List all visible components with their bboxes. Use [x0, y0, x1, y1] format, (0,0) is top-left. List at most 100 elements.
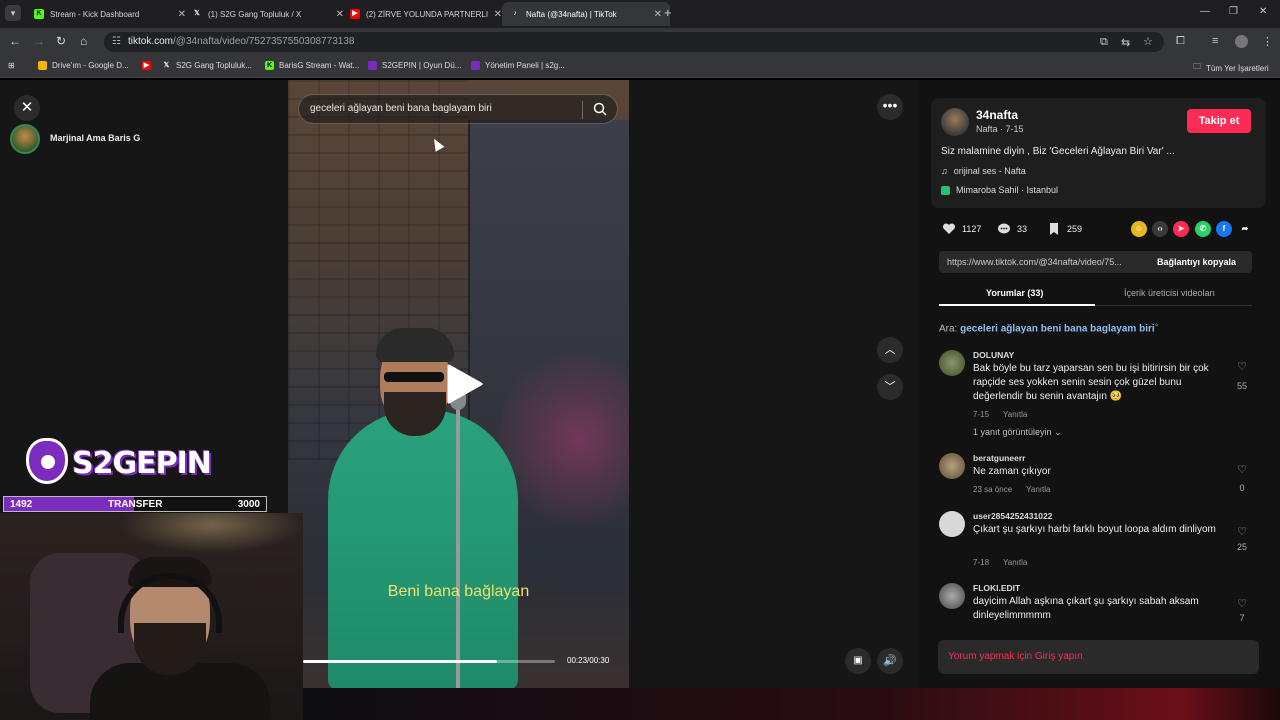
comment-text: dayicim Allah aşkına çıkart şu şarkıyı s… — [973, 596, 1199, 621]
home-icon[interactable]: ⌂ — [80, 34, 87, 48]
previous-video-button[interactable]: ︿ — [877, 337, 903, 363]
tab-x-s2g[interactable]: 𝕏 (1) S2G Gang Topluluk / X ✕ — [184, 2, 352, 26]
extensions-icon[interactable]: ⧠ — [1176, 35, 1185, 48]
comment-date: 7-18 — [973, 558, 990, 567]
send-icon[interactable]: ➤ — [1173, 221, 1189, 237]
pip-icon[interactable]: ▣ — [845, 648, 871, 674]
forward-icon[interactable]: → — [33, 34, 45, 48]
bookmark-youtube[interactable]: ▶ — [142, 61, 156, 70]
commenter-avatar[interactable] — [939, 350, 965, 376]
bookmark-drive[interactable]: Drive'ım - Google D... — [38, 61, 129, 70]
site-info-icon[interactable]: ☷ — [112, 36, 121, 47]
close-video-button[interactable]: ✕ — [14, 95, 40, 121]
apps-icon[interactable]: ⊞ — [8, 61, 15, 70]
commenter-name[interactable]: beratguneerr — [973, 453, 1025, 463]
close-tab-icon[interactable]: ✕ — [494, 9, 502, 20]
save-action[interactable]: 259 — [1047, 222, 1082, 236]
tab-youtube[interactable]: ▶ (2) ZİRVE YOLUNDA PARTNERLI ✕ — [342, 2, 510, 26]
reply-button[interactable]: Yanıtla — [1026, 485, 1050, 494]
view-replies-button[interactable]: 1 yanıt görüntüleyin ⌄ — [973, 427, 1062, 438]
install-app-icon[interactable]: ⧉ — [1100, 36, 1108, 49]
share-arrow-icon[interactable]: ➦ — [1237, 221, 1253, 237]
search-icon[interactable] — [593, 102, 607, 116]
tab-kick-dashboard[interactable]: K Stream - Kick Dashboard ✕ — [26, 2, 194, 26]
commenter-name[interactable]: user2854252431022 — [973, 511, 1052, 521]
comment-like-count: 7 — [1239, 613, 1245, 623]
new-tab-icon[interactable]: + — [664, 5, 672, 20]
comment-heart-icon[interactable]: ♡ — [1232, 525, 1252, 538]
media-icon[interactable]: ≡ — [1212, 35, 1218, 47]
tab-creator-videos[interactable]: İçerik üreticisi videoları — [1124, 288, 1215, 298]
bookmark-star-icon[interactable]: ☆ — [1143, 35, 1153, 48]
tab-comments[interactable]: Yorumlar (33) — [986, 288, 1043, 298]
tab-tiktok[interactable]: ♪ Nafta (@34nafta) | TikTok ✕ — [502, 2, 670, 26]
all-bookmarks-label: Tüm Yer İşaretleri — [1206, 63, 1269, 73]
bookmark-kick[interactable]: K BarisG Stream - Wat... — [265, 61, 359, 70]
url-text: tiktok.com/@34nafta/video/75273575503087… — [128, 36, 354, 47]
bookmark-x[interactable]: 𝕏 S2G Gang Topluluk... — [162, 61, 252, 70]
commenter-name[interactable]: FLOKI.EDIT — [973, 583, 1020, 593]
search-hint-query: geceleri ağlayan beni bana baglayam biri — [960, 323, 1155, 335]
tiktok-search-input[interactable]: geceleri ağlayan beni bana baglayam biri — [298, 94, 618, 124]
music-link[interactable]: ♫ orijinal ses - Nafta — [941, 166, 1026, 176]
embed-icon[interactable]: ‹› — [1152, 221, 1168, 237]
panel-tabs: Yorumlar (33) İçerik üreticisi videoları — [939, 282, 1252, 306]
reply-button[interactable]: Yanıtla — [1003, 410, 1027, 419]
location-pin-icon — [941, 185, 950, 195]
coin-icon[interactable]: ☺ — [1131, 221, 1147, 237]
related-search-link[interactable]: Ara: geceleri ağlayan beni bana baglayam… — [939, 322, 1159, 334]
copy-link-button[interactable]: Bağlantıyı kopyala — [1157, 257, 1236, 267]
video-progress-bar[interactable] — [303, 660, 555, 663]
video-time: 00:23/00:30 — [567, 656, 610, 665]
comment-heart-icon[interactable]: ♡ — [1232, 597, 1252, 610]
bookmark-admin[interactable]: Yönetim Paneli | s2g... — [471, 61, 565, 70]
search-divider — [582, 101, 583, 119]
bookmark-label: S2G Gang Topluluk... — [176, 61, 252, 70]
video-link-text[interactable]: https://www.tiktok.com/@34nafta/video/75… — [947, 257, 1149, 267]
back-icon[interactable]: ← — [9, 34, 21, 48]
commenter-avatar[interactable] — [939, 453, 965, 479]
address-bar[interactable]: ☷ tiktok.com/@34nafta/video/752735755030… — [104, 32, 1164, 52]
close-tab-icon[interactable]: ✕ — [654, 9, 662, 20]
comment-heart-icon[interactable]: ♡ — [1232, 360, 1252, 373]
author-avatar[interactable] — [941, 108, 969, 136]
all-bookmarks[interactable]: 🗀 Tüm Yer İşaretleri — [1193, 61, 1269, 75]
window-close-icon[interactable]: ✕ — [1259, 6, 1267, 17]
location-link[interactable]: Mimaroba Sahil · Istanbul — [941, 185, 1058, 195]
tab-search-dropdown-icon[interactable]: ▾ — [5, 5, 21, 21]
menu-icon[interactable]: ⋮ — [1262, 35, 1273, 48]
volume-icon[interactable]: 🔊 — [877, 648, 903, 674]
bookmarks-bar: ⊞ Drive'ım - Google D... ▶ 𝕏 S2G Gang Top… — [0, 56, 1280, 78]
restore-icon[interactable]: ❐ — [1229, 6, 1238, 17]
stream-bottom-strip — [303, 688, 1280, 720]
whatsapp-icon[interactable]: ✆ — [1195, 221, 1211, 237]
like-action[interactable]: 1127 — [942, 222, 981, 236]
commenter-avatar[interactable] — [939, 511, 965, 537]
kick-icon: K — [265, 61, 274, 70]
more-options-button[interactable]: ••• — [877, 94, 903, 120]
translate-icon[interactable]: ⇆ — [1121, 36, 1130, 49]
commenter-avatar[interactable] — [939, 583, 965, 609]
x-icon: 𝕏 — [194, 10, 200, 17]
commenter-name[interactable]: DOLUNAY — [973, 350, 1014, 360]
video-frame-person — [328, 410, 518, 688]
reload-icon[interactable]: ↻ — [56, 34, 66, 48]
video-description[interactable]: Siz malamine diyin , Biz 'Geceleri Ağlay… — [941, 146, 1175, 157]
facebook-icon[interactable]: f — [1216, 221, 1232, 237]
bookmark-s2gepin[interactable]: S2GEPIN | Oyun Dü... — [368, 61, 461, 70]
comment-heart-icon[interactable]: ♡ — [1232, 463, 1252, 476]
next-video-button[interactable]: ﹀ — [877, 374, 903, 400]
url-path: /@34nafta/video/7527357550308773138 — [173, 36, 355, 47]
tab-title: (1) S2G Gang Topluluk / X — [208, 9, 302, 19]
comment-login-prompt[interactable]: Yorum yapmak için Giriş yapın — [938, 640, 1259, 674]
comment-action[interactable]: 33 — [997, 222, 1027, 236]
profile-avatar[interactable] — [1235, 35, 1248, 48]
reply-button[interactable]: Yanıtla — [1003, 558, 1027, 567]
tab-title: (2) ZİRVE YOLUNDA PARTNERLI — [366, 9, 488, 19]
transfer-goal-bar: 1492 TRANSFER 3000 — [3, 496, 267, 512]
video-frame-mic-stand — [456, 390, 460, 688]
minimize-icon[interactable]: — — [1200, 6, 1210, 17]
follow-button[interactable]: Takip et — [1187, 109, 1251, 133]
author-username[interactable]: 34nafta — [976, 108, 1018, 122]
play-icon[interactable] — [443, 364, 483, 404]
